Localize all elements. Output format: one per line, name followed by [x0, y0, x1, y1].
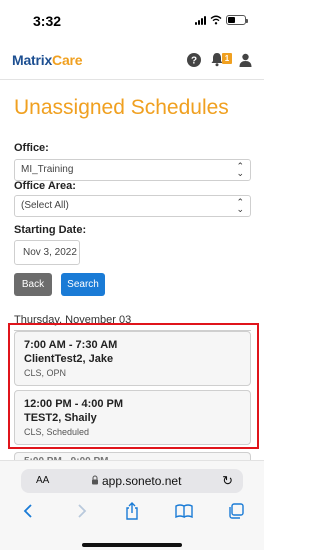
office-area-label: Office Area: — [14, 180, 76, 192]
forward-icon[interactable] — [72, 501, 92, 521]
browser-bar: AA app.soneto.net ↻ — [0, 460, 264, 550]
matrixcare-logo[interactable]: MatrixCare — [12, 52, 83, 68]
app-header: MatrixCare ? 1 — [0, 42, 264, 80]
office-area-select[interactable]: (Select All) ⌃ ⌄ — [14, 195, 251, 217]
status-time: 3:32 — [33, 13, 62, 29]
tabs-icon[interactable] — [226, 501, 246, 521]
home-indicator — [82, 543, 182, 547]
starting-date-input[interactable]: Nov 3, 2022 — [14, 240, 80, 265]
office-label: Office: — [14, 142, 49, 154]
highlight-box — [8, 323, 259, 449]
search-button[interactable]: Search — [61, 273, 105, 296]
lock-icon — [92, 475, 98, 485]
cellular-signal-icon — [195, 15, 206, 25]
wifi-icon — [210, 15, 222, 25]
status-bar: 3:32 — [0, 0, 264, 40]
logo-part-care: Care — [52, 52, 83, 68]
battery-icon — [226, 15, 248, 25]
svg-text:?: ? — [191, 56, 197, 67]
status-icons — [195, 15, 248, 25]
page-title: Unassigned Schedules — [14, 96, 229, 119]
user-icon[interactable] — [239, 53, 252, 67]
browser-toolbar — [0, 499, 264, 523]
share-icon[interactable] — [122, 501, 142, 521]
select-chevron-icon: ⌃ ⌄ — [236, 161, 244, 178]
text-size-button[interactable]: AA — [36, 475, 49, 486]
office-select[interactable]: MI_Training ⌃ ⌄ — [14, 159, 251, 181]
back-icon[interactable] — [18, 501, 38, 521]
office-area-select-value: (Select All) — [21, 200, 69, 211]
bookmarks-icon[interactable] — [174, 501, 194, 521]
starting-date-label: Starting Date: — [14, 224, 87, 236]
notifications-button[interactable]: 1 — [210, 52, 232, 68]
back-button[interactable]: Back — [14, 273, 52, 296]
header-icons: ? 1 — [187, 52, 252, 68]
office-select-value: MI_Training — [21, 164, 74, 175]
help-icon[interactable]: ? — [187, 53, 201, 67]
url-text: app.soneto.net — [102, 474, 182, 488]
reload-icon[interactable]: ↻ — [222, 473, 233, 489]
logo-part-matrix: Matrix — [12, 52, 53, 68]
notification-count-badge: 1 — [222, 53, 232, 64]
select-chevron-icon: ⌃ ⌄ — [236, 197, 244, 214]
address-bar[interactable]: AA app.soneto.net ↻ — [21, 469, 243, 493]
